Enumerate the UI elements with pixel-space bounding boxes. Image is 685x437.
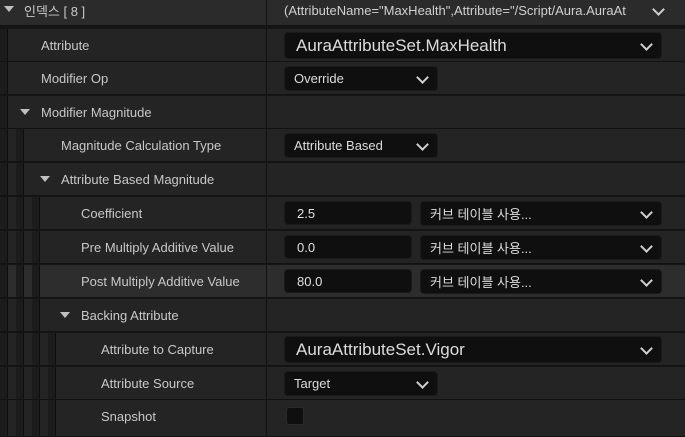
backing-attribute-label: Backing Attribute [81, 307, 179, 323]
row-pre-multiply: Pre Multiply Additive Value 0.0 커브 테이블 사… [0, 231, 685, 264]
attribute-combo[interactable]: AuraAttributeSet.MaxHealth [284, 32, 662, 59]
expand-arrow-icon[interactable] [60, 312, 70, 318]
expand-arrow-icon[interactable] [20, 109, 30, 115]
snapshot-label: Snapshot [101, 409, 156, 424]
chevron-down-icon [640, 205, 653, 219]
element-summary: (AttributeName="MaxHealth",Attribute="/S… [284, 3, 626, 18]
expand-arrow-icon[interactable] [40, 176, 50, 182]
snapshot-checkbox[interactable] [286, 407, 304, 425]
pre-multiply-curve-combo[interactable]: 커브 테이블 사용... [420, 235, 662, 260]
modifier-op-value: Override [294, 71, 344, 86]
magnitude-calc-type-combo[interactable]: Attribute Based [284, 133, 438, 158]
chevron-down-icon[interactable] [652, 2, 665, 16]
chevron-down-icon [640, 37, 653, 51]
collapse-arrow-icon[interactable] [4, 6, 14, 12]
coefficient-label: Coefficient [81, 205, 143, 221]
array-index-label: 인덱스 [ 8 ] [24, 4, 86, 19]
details-panel: 인덱스 [ 8 ] (AttributeName="MaxHealth",Att… [0, 0, 685, 437]
pre-multiply-input[interactable]: 0.0 [284, 235, 412, 259]
pre-multiply-value: 0.0 [297, 239, 316, 255]
chevron-down-icon [640, 273, 653, 287]
pre-multiply-label: Pre Multiply Additive Value [81, 239, 234, 255]
attribute-source-value: Target [294, 376, 331, 391]
header-name-cell: 인덱스 [ 8 ] [0, 0, 267, 25]
row-attribute-based-magnitude[interactable]: Attribute Based Magnitude [0, 163, 685, 196]
coefficient-curve-combo[interactable]: 커브 테이블 사용... [420, 201, 662, 226]
post-multiply-curve-combo[interactable]: 커브 테이블 사용... [420, 269, 662, 294]
attribute-to-capture-label: Attribute to Capture [101, 341, 214, 357]
coefficient-input[interactable]: 2.5 [284, 201, 412, 225]
modifier-op-label: Modifier Op [41, 70, 109, 86]
row-post-multiply: Post Multiply Additive Value 80.0 커브 테이블… [0, 265, 685, 298]
row-modifier-op: Modifier Op Override [0, 62, 685, 95]
chevron-down-icon [416, 137, 429, 151]
modifier-magnitude-label: Modifier Magnitude [41, 104, 152, 120]
attribute-value: AuraAttributeSet.MaxHealth [296, 35, 507, 55]
attribute-based-magnitude-label: Attribute Based Magnitude [61, 171, 215, 187]
post-multiply-input[interactable]: 80.0 [284, 269, 412, 293]
attribute-source-combo[interactable]: Target [284, 371, 438, 396]
curve-table-label: 커브 테이블 사용... [430, 275, 532, 290]
row-magnitude-calc-type: Magnitude Calculation Type Attribute Bas… [0, 129, 685, 162]
post-multiply-value: 80.0 [297, 273, 323, 289]
magnitude-calc-type-value: Attribute Based [294, 138, 383, 153]
row-snapshot: Snapshot [0, 400, 685, 437]
attribute-source-label: Attribute Source [101, 375, 195, 391]
chevron-down-icon [416, 70, 429, 84]
post-multiply-label: Post Multiply Additive Value [81, 273, 240, 289]
row-attribute-to-capture: Attribute to Capture AuraAttributeSet.Vi… [0, 333, 685, 366]
curve-table-label: 커브 테이블 사용... [430, 207, 532, 222]
chevron-down-icon [640, 341, 653, 355]
attribute-to-capture-combo[interactable]: AuraAttributeSet.Vigor [284, 336, 662, 363]
attribute-to-capture-value: AuraAttributeSet.Vigor [296, 339, 465, 359]
row-modifier-magnitude[interactable]: Modifier Magnitude [0, 96, 685, 129]
magnitude-calc-type-label: Magnitude Calculation Type [61, 137, 222, 153]
attribute-label: Attribute [41, 37, 90, 53]
chevron-down-icon [416, 375, 429, 389]
modifier-op-combo[interactable]: Override [284, 66, 438, 91]
array-element-header[interactable]: 인덱스 [ 8 ] (AttributeName="MaxHealth",Att… [0, 0, 685, 26]
coefficient-value: 2.5 [297, 205, 316, 221]
row-attribute-source: Attribute Source Target [0, 367, 685, 400]
curve-table-label: 커브 테이블 사용... [430, 241, 532, 256]
row-coefficient: Coefficient 2.5 커브 테이블 사용... [0, 197, 685, 230]
chevron-down-icon [640, 239, 653, 253]
row-attribute: Attribute AuraAttributeSet.MaxHealth [0, 29, 685, 62]
row-backing-attribute[interactable]: Backing Attribute [0, 299, 685, 332]
